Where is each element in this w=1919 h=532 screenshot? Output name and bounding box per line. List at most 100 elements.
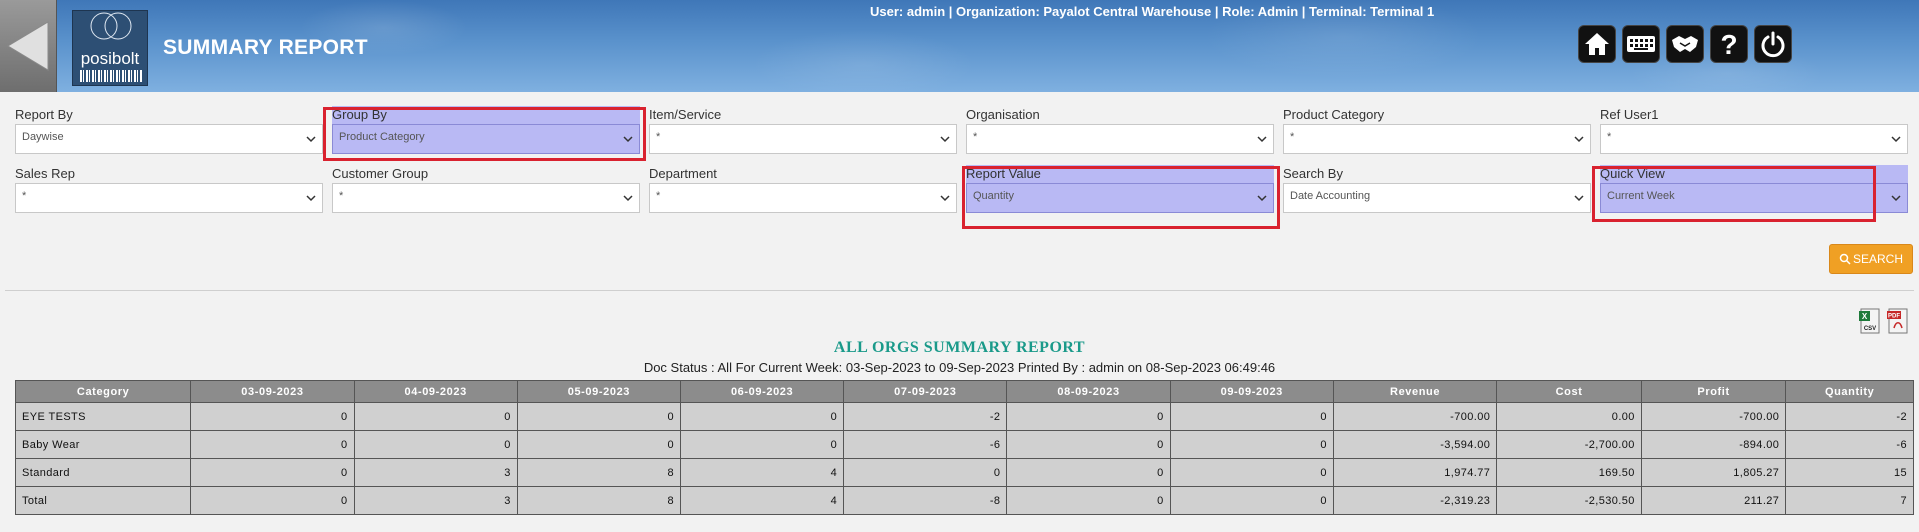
- quick-view-select[interactable]: Current Week: [1600, 183, 1908, 213]
- chevron-down-icon: [1257, 136, 1267, 143]
- column-header[interactable]: Revenue: [1332, 380, 1498, 403]
- table-row: EYE TESTS 0 0 0 0 -2 0 0 -700.00 0.00 -7…: [14, 402, 1914, 431]
- report-value-label: Report Value: [966, 165, 1274, 183]
- column-header[interactable]: 09-09-2023: [1169, 380, 1334, 403]
- table-cell: 0.00: [1496, 402, 1642, 431]
- table-cell: 0: [516, 402, 681, 431]
- keyboard-button[interactable]: [1622, 25, 1660, 63]
- ref-user1-select[interactable]: *: [1600, 124, 1908, 154]
- back-arrow-icon: [7, 21, 49, 71]
- group-by-select[interactable]: Product Category: [332, 124, 640, 154]
- customer-group-select[interactable]: *: [332, 183, 640, 213]
- table-cell: 0: [679, 402, 845, 431]
- summary-table: Category 03-09-2023 04-09-2023 05-09-202…: [14, 380, 1914, 515]
- ref-user1-label: Ref User1: [1600, 107, 1659, 122]
- search-button-label: SEARCH: [1852, 252, 1903, 266]
- report-by-value: Daywise: [22, 131, 64, 143]
- table-cell: -2,700.00: [1496, 430, 1642, 459]
- table-cell: -8: [843, 486, 1008, 515]
- column-header[interactable]: 04-09-2023: [353, 380, 518, 403]
- table-cell: 0: [1169, 430, 1334, 459]
- sales-rep-select[interactable]: *: [15, 183, 323, 213]
- ref-user1-value: *: [1607, 131, 1612, 143]
- table-cell: 0: [1169, 458, 1334, 487]
- quick-view-label: Quick View: [1600, 165, 1908, 183]
- table-row: Baby Wear 0 0 0 0 -6 0 0 -3,594.00 -2,70…: [14, 430, 1914, 459]
- user-info: User: admin | Organization: Payalot Cent…: [870, 4, 1435, 19]
- table-cell: -2,319.23: [1332, 486, 1498, 515]
- chevron-down-icon: [940, 195, 950, 202]
- table-cell: 169.50: [1496, 458, 1642, 487]
- customer-group-value: *: [339, 190, 344, 202]
- search-by-value: Date Accounting: [1290, 190, 1371, 202]
- column-header[interactable]: Quantity: [1785, 380, 1914, 403]
- logo-circles-icon: [90, 12, 132, 40]
- back-button[interactable]: [0, 0, 57, 92]
- home-icon: [1585, 33, 1609, 55]
- column-header[interactable]: Category: [14, 380, 192, 403]
- column-header[interactable]: 05-09-2023: [516, 380, 681, 403]
- home-button[interactable]: [1578, 25, 1616, 63]
- table-cell: 0: [1006, 486, 1171, 515]
- search-icon: [1839, 253, 1851, 265]
- report-by-field: Report By Daywise: [15, 106, 323, 154]
- barcode-icon: [80, 70, 142, 82]
- table-cell: Standard: [14, 458, 192, 487]
- table-cell: 1,974.77: [1332, 458, 1498, 487]
- svg-text:?: ?: [1720, 30, 1737, 58]
- table-cell: -6: [843, 430, 1008, 459]
- posibolt-logo: posibolt: [72, 10, 148, 86]
- help-button[interactable]: ?: [1710, 25, 1748, 63]
- search-by-select[interactable]: Date Accounting: [1283, 183, 1591, 213]
- table-cell: 211.27: [1640, 486, 1787, 515]
- organisation-value: *: [973, 131, 978, 143]
- csv-icon[interactable]: X CSV: [1858, 308, 1882, 334]
- quick-view-field: Quick View Current Week: [1600, 165, 1908, 213]
- group-by-value: Product Category: [339, 131, 425, 143]
- logout-button[interactable]: [1754, 25, 1792, 63]
- column-header[interactable]: 06-09-2023: [679, 380, 845, 403]
- table-cell: 7: [1785, 486, 1914, 515]
- divider: [5, 290, 1914, 291]
- page-title: SUMMARY REPORT: [163, 36, 368, 59]
- item-service-value: *: [656, 131, 661, 143]
- sales-rep-label: Sales Rep: [15, 166, 75, 181]
- search-by-field: Search By Date Accounting: [1283, 165, 1591, 213]
- product-category-select[interactable]: *: [1283, 124, 1591, 154]
- chevron-down-icon: [1257, 195, 1267, 202]
- report-value-select[interactable]: Quantity: [966, 183, 1274, 213]
- table-cell: 3: [353, 458, 518, 487]
- table-cell: 0: [1006, 458, 1171, 487]
- table-cell: Baby Wear: [14, 430, 192, 459]
- search-button[interactable]: SEARCH: [1829, 244, 1913, 274]
- sales-rep-field: Sales Rep *: [15, 165, 323, 213]
- table-cell: EYE TESTS: [14, 402, 192, 431]
- svg-text:CSV: CSV: [1864, 326, 1876, 332]
- table-header-row: Category 03-09-2023 04-09-2023 05-09-202…: [14, 380, 1914, 403]
- column-header[interactable]: 08-09-2023: [1006, 380, 1171, 403]
- column-header[interactable]: Profit: [1640, 380, 1787, 403]
- table-cell: 0: [190, 486, 355, 515]
- item-service-field: Item/Service *: [649, 106, 957, 154]
- table-cell: 0: [1006, 402, 1171, 431]
- chevron-down-icon: [1574, 136, 1584, 143]
- table-cell: 8: [516, 458, 681, 487]
- table-cell: 0: [190, 402, 355, 431]
- column-header[interactable]: Cost: [1496, 380, 1642, 403]
- item-service-select[interactable]: *: [649, 124, 957, 154]
- column-header[interactable]: 03-09-2023: [190, 380, 355, 403]
- pdf-icon[interactable]: PDF: [1886, 308, 1910, 334]
- table-cell: Total: [14, 486, 192, 515]
- organisation-select[interactable]: *: [966, 124, 1274, 154]
- table-cell: 0: [1006, 430, 1171, 459]
- report-by-select[interactable]: Daywise: [15, 124, 323, 154]
- power-icon: [1761, 31, 1785, 58]
- department-value: *: [656, 190, 661, 202]
- table-cell: -894.00: [1640, 430, 1787, 459]
- column-header[interactable]: 07-09-2023: [843, 380, 1008, 403]
- table-cell: 3: [353, 486, 518, 515]
- handshake-button[interactable]: [1666, 25, 1704, 63]
- product-category-value: *: [1290, 131, 1295, 143]
- table-cell: 0: [353, 402, 518, 431]
- department-select[interactable]: *: [649, 183, 957, 213]
